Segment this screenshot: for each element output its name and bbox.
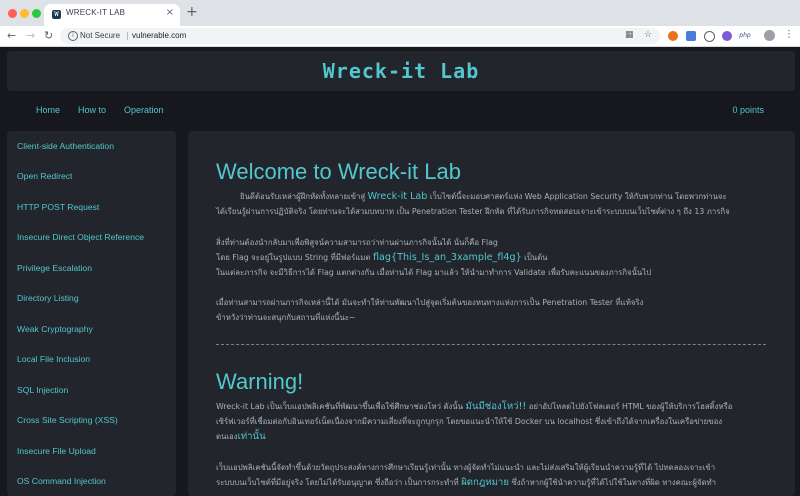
warning-highlight-only: เท่านั้น: [237, 431, 266, 442]
section-divider: [216, 344, 766, 345]
sidebar-item-directory-listing[interactable]: Directory Listing: [17, 293, 79, 303]
intro-text-a: ยินดีต้อนรับเหล่าผู้ฝึกหัดทั้งหลายเข้าสู…: [240, 192, 366, 201]
site-header: Wreck-it Lab: [7, 51, 795, 91]
sidebar-item-file-upload[interactable]: Insecure File Upload: [17, 446, 96, 456]
forward-arrow-icon[interactable]: →: [26, 29, 35, 42]
browser-toolbar: ← → ↻ i Not Secure | vulnerable.com ▦ ☆ …: [0, 26, 800, 47]
close-tab-icon[interactable]: ×: [166, 7, 174, 18]
warning-highlight-vulnerable: มันมีช่องโหว่!!: [465, 401, 527, 412]
welcome-heading: Welcome to Wreck-it Lab: [216, 159, 461, 184]
flag-line-1: สิ่งที่ท่านต้องนำกลับมาเพื่อพิสูจน์ความส…: [216, 238, 498, 247]
site-favicon-icon: W: [52, 10, 61, 19]
sidebar-item-http-post[interactable]: HTTP POST Request: [17, 202, 99, 212]
warning-line-2: เซิร์ฟเวอร์ที่เชื่อมต่อกับอินเทอร์เน็ตเน…: [216, 417, 723, 426]
sidebar-item-lfi[interactable]: Local File Inclusion: [17, 354, 90, 364]
sidebar-item-client-side-auth[interactable]: Client-side Authentication: [17, 141, 114, 151]
warning-heading: Warning!: [216, 369, 304, 394]
nav-operation-link[interactable]: Operation: [124, 105, 164, 115]
sidebar-item-open-redirect[interactable]: Open Redirect: [17, 171, 72, 181]
close-window-button[interactable]: [8, 9, 17, 18]
translate-icon[interactable]: ▦: [625, 30, 634, 40]
flag-line-2: โดย Flag จะอยู่ในรูปแบบ String ที่มีฟอร์…: [216, 252, 548, 263]
url-text[interactable]: vulnerable.com: [132, 31, 186, 40]
warning-line-1: Wreck-it Lab เป็นเว็บแอปพลิเคชันที่พัฒนา…: [216, 401, 733, 412]
sidebar-item-idor[interactable]: Insecure Direct Object Reference: [17, 232, 144, 242]
sidebar-item-os-command-injection[interactable]: OS Command Injection: [17, 476, 106, 486]
circle-extension-icon[interactable]: [722, 31, 732, 41]
flag-format-example: flag{This_Is_an_3xample_fl4g}: [372, 252, 522, 263]
warning-line-3: ตนเองเท่านั้น: [216, 431, 266, 442]
sidebar-item-weak-cryptography[interactable]: Weak Cryptography: [17, 324, 93, 334]
browser-tab-bar: W WRECK-IT LAB × +: [0, 0, 800, 26]
points-display: 0 points: [732, 105, 764, 115]
browser-tab[interactable]: W WRECK-IT LAB ×: [44, 4, 180, 26]
nav-howto-link[interactable]: How to: [78, 105, 106, 115]
main-content: Welcome to Wreck-it Lab ยินดีต้อนรับเหล่…: [188, 131, 795, 496]
new-tab-icon[interactable]: +: [186, 4, 198, 20]
reload-icon[interactable]: ↻: [44, 29, 53, 42]
menu-icon[interactable]: ⋮: [784, 29, 794, 40]
php-extension-icon[interactable]: php: [738, 31, 752, 41]
nav-home-link[interactable]: Home: [36, 105, 60, 115]
wreckit-lab-link[interactable]: Wreck-it Lab: [368, 191, 428, 202]
flag-line-3: ในแต่ละภารกิจ จะมีวิธีการได้ Flag แตกต่า…: [216, 268, 652, 277]
profile-avatar-icon[interactable]: [764, 30, 775, 41]
url-separator: |: [126, 31, 129, 40]
sidebar-item-sql-injection[interactable]: SQL Injection: [17, 385, 68, 395]
warning-line-5: ระบบบนเว็บไซต์ที่มีอยู่จริง โดยไม่ได้รับ…: [216, 477, 716, 488]
warning-highlight-illegal: ผิดกฎหมาย: [461, 477, 509, 488]
minimize-window-button[interactable]: [20, 9, 29, 18]
page-body: Wreck-it Lab Home How to Operation 0 poi…: [0, 47, 800, 496]
maximize-window-button[interactable]: [32, 9, 41, 18]
site-brand[interactable]: Wreck-it Lab: [7, 59, 795, 83]
top-navigation: Home How to Operation 0 points: [0, 105, 800, 125]
tab-title: WRECK-IT LAB: [66, 8, 126, 17]
security-status: Not Secure: [80, 31, 121, 40]
warning-text-d: ระบบบนเว็บไซต์ที่มีอยู่จริง โดยไม่ได้รับ…: [216, 478, 459, 487]
warning-line-4: เว็บแอปพลิเคชันนี้จัดทำขึ้นด้วยวัตถุประส…: [216, 463, 716, 472]
warning-text-b: อย่าอัปโหลดไปยังโฟลเดอร์ HTML ของผู้ให้บ…: [528, 402, 733, 411]
orange-extension-icon[interactable]: [668, 31, 678, 41]
intro-line-2: ได้เรียนรู้ผ่านการปฏิบัติจริง โดยท่านจะไ…: [216, 207, 730, 216]
sidebar-item-xss[interactable]: Cross Site Scripting (XSS): [17, 415, 118, 425]
ghost-extension-icon[interactable]: [704, 31, 715, 42]
closing-line-1: เมื่อท่านสามารถผ่านภารกิจเหล่านี้ได้ มัน…: [216, 298, 644, 307]
challenge-sidebar: Client-side Authentication Open Redirect…: [7, 131, 176, 496]
back-arrow-icon[interactable]: ←: [7, 29, 16, 42]
star-icon[interactable]: ☆: [644, 30, 652, 40]
intro-line-1: ยินดีต้อนรับเหล่าผู้ฝึกหัดทั้งหลายเข้าสู…: [240, 191, 727, 202]
intro-text-b: เว็บไซต์นี้จะมอบศาสตร์แห่ง Web Applicati…: [429, 192, 727, 201]
warning-text-e: ซึ่งถ้าหากผู้ใช้นำความรู้ที่ได้ไปใช้ในทา…: [511, 478, 717, 487]
sidebar-item-privilege-escalation[interactable]: Privilege Escalation: [17, 263, 92, 273]
closing-line-2: ข้าหวังว่าท่านจะสนุกกับสถานที่แห่งนี้นะ~: [216, 313, 356, 322]
flag-text-b: เป็นต้น: [524, 253, 548, 262]
warning-text-c: ตนเอง: [216, 432, 238, 441]
address-bar[interactable]: i Not Secure | vulnerable.com ▦ ☆: [60, 28, 660, 44]
warning-text-a: Wreck-it Lab เป็นเว็บแอปพลิเคชันที่พัฒนา…: [216, 402, 464, 411]
flag-text-a: โดย Flag จะอยู่ในรูปแบบ String ที่มีฟอร์…: [216, 253, 371, 262]
blue-extension-icon[interactable]: [686, 31, 696, 41]
info-icon[interactable]: i: [68, 31, 78, 41]
